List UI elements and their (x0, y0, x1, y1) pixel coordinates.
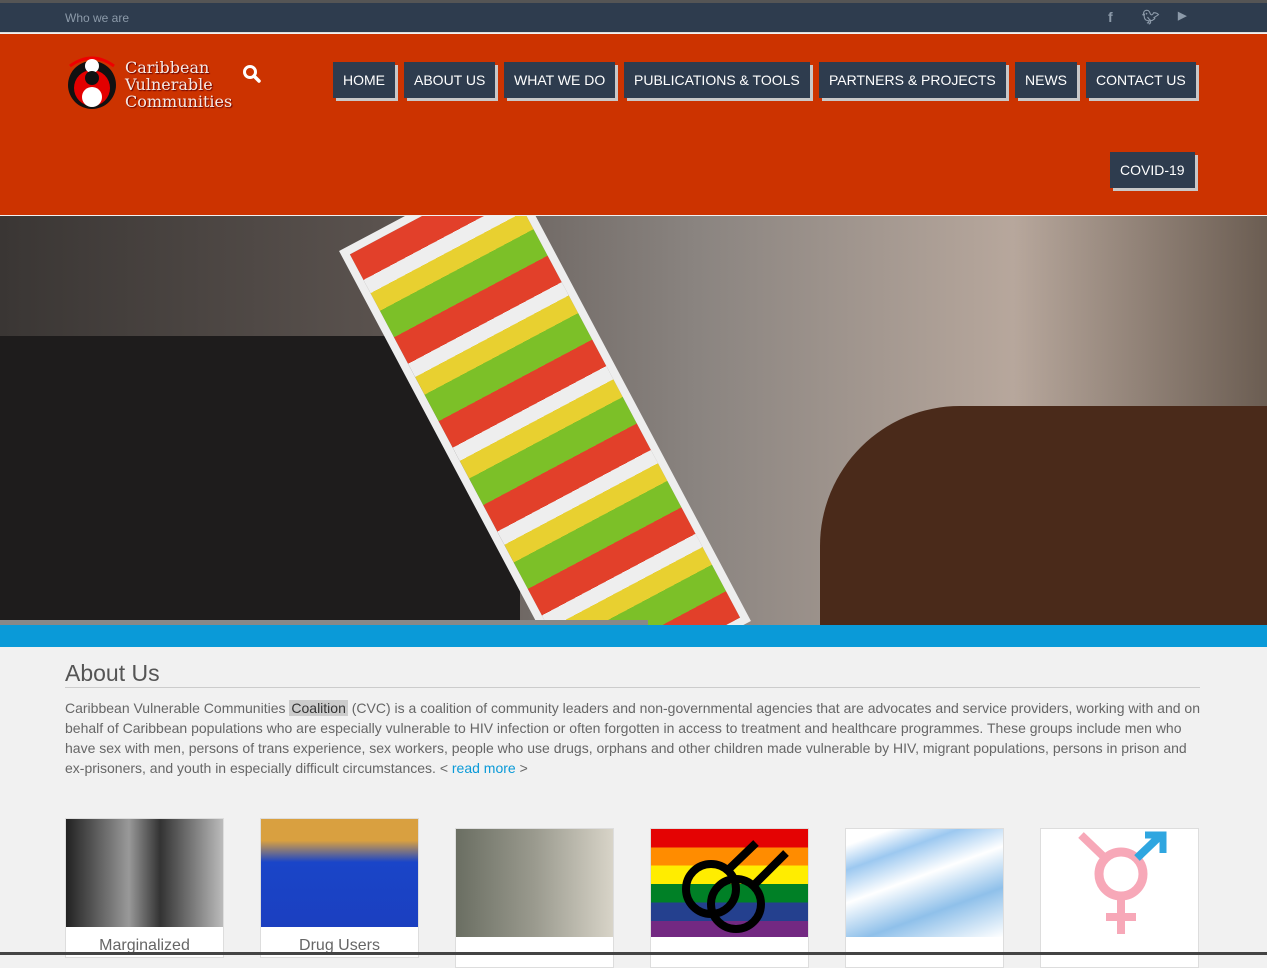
twitter-icon[interactable]: 🐦︎ (1142, 9, 1160, 26)
card-image (651, 829, 808, 937)
facebook-icon[interactable]: f (1108, 9, 1113, 25)
nav-home[interactable]: HOME (333, 62, 395, 98)
card-image (1041, 829, 1198, 937)
logo-line: Communities (125, 92, 233, 111)
youtube-icon[interactable]: ▶ (1178, 9, 1186, 22)
card-image (261, 819, 418, 927)
hero-hand (820, 406, 1267, 625)
hero-slider-image[interactable] (0, 216, 1267, 625)
top-bar: Who we are f 🐦︎ ▶ (0, 3, 1267, 33)
nav-partners-projects[interactable]: PARTNERS & PROJECTS (819, 62, 1006, 98)
nav-covid-19[interactable]: COVID-19 (1110, 152, 1195, 188)
bracket: < (439, 760, 452, 776)
card-msm[interactable] (650, 828, 809, 968)
card-sex-workers[interactable] (455, 828, 614, 968)
logo-line: Vulnerable (125, 75, 213, 94)
card-marginalized[interactable]: Marginalized (65, 818, 224, 958)
accent-bar (0, 625, 1267, 647)
read-more-link[interactable]: read more (452, 760, 516, 776)
bracket: > (515, 760, 528, 776)
card-image (846, 829, 1003, 937)
nav-what-we-do[interactable]: WHAT WE DO (504, 62, 616, 98)
transgender-symbol-icon (1078, 831, 1167, 934)
nav-about-us[interactable]: ABOUT US (404, 62, 496, 98)
card-image (66, 819, 223, 927)
search-icon[interactable] (242, 64, 262, 84)
cvc-logo[interactable] (66, 52, 118, 110)
nav-contact-us[interactable]: CONTACT US (1086, 62, 1196, 98)
nav-publications-tools[interactable]: PUBLICATIONS & TOOLS (624, 62, 810, 98)
divider (65, 687, 1200, 688)
highlighted-word: Coalition (289, 700, 348, 716)
site-header: Caribbean Vulnerable Communities HOME AB… (0, 34, 1267, 215)
logo-line: Caribbean (125, 58, 210, 77)
card-drug-users[interactable]: Drug Users (260, 818, 419, 958)
male-symbols-icon (682, 840, 789, 933)
logo-text[interactable]: Caribbean Vulnerable Communities (125, 59, 232, 110)
who-we-are-link[interactable]: Who we are (65, 11, 129, 25)
about-text: Caribbean Vulnerable Communities (65, 700, 290, 716)
about-us-heading: About Us (65, 660, 160, 686)
about-us-text: Caribbean Vulnerable Communities Coaliti… (65, 698, 1205, 778)
card-migrants[interactable] (845, 828, 1004, 968)
nav-news[interactable]: NEWS (1015, 62, 1077, 98)
card-trans[interactable] (1040, 828, 1199, 968)
card-image (456, 829, 613, 937)
